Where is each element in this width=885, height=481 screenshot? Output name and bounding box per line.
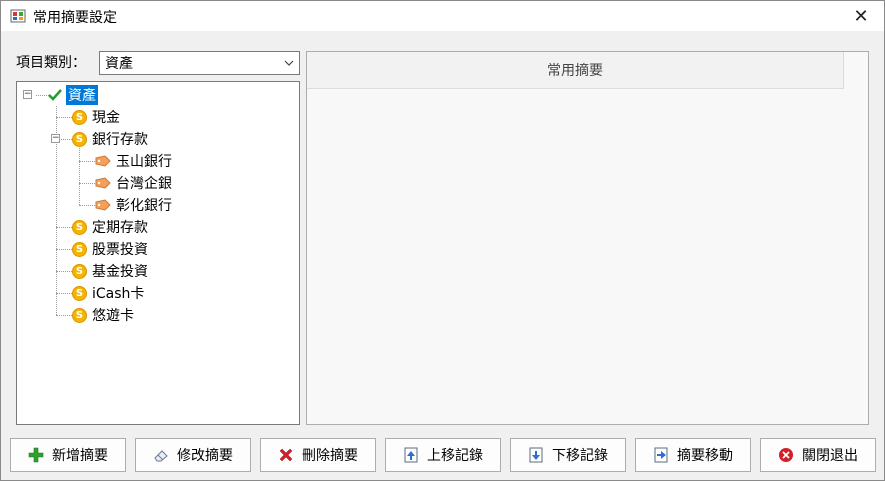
button-label: 關閉退出 xyxy=(802,448,858,464)
tree-node[interactable]: 彰化銀行 xyxy=(95,195,174,215)
checkmark-icon xyxy=(48,89,62,101)
tree-node-label: 銀行存款 xyxy=(92,132,148,148)
tree-node[interactable]: S 銀行存款 xyxy=(72,129,150,149)
tree-node-label: 股票投資 xyxy=(92,242,148,258)
tree-node-label: 悠遊卡 xyxy=(92,308,134,324)
summary-list[interactable]: 常用摘要 xyxy=(306,51,869,425)
category-tree[interactable]: − − 資產 S 現金 S 銀行存款 玉山銀行 台灣企銀 彰化銀行 S 定期存款… xyxy=(16,81,300,425)
button-label: 刪除摘要 xyxy=(302,448,358,464)
edit-summary-button[interactable]: 修改摘要 xyxy=(135,438,251,472)
tree-node-label: 玉山銀行 xyxy=(116,154,172,170)
tree-node[interactable]: S 現金 xyxy=(72,107,122,127)
move-summary-button[interactable]: 摘要移動 xyxy=(635,438,751,472)
tree-node-label: 基金投資 xyxy=(92,264,148,280)
button-label: 摘要移動 xyxy=(677,448,733,464)
tree-node[interactable]: S 定期存款 xyxy=(72,217,150,237)
add-summary-button[interactable]: 新增摘要 xyxy=(10,438,126,472)
move-up-button[interactable]: 上移記錄 xyxy=(385,438,501,472)
coin-icon: S xyxy=(72,263,87,279)
coin-icon: S xyxy=(72,131,87,147)
close-circle-icon xyxy=(779,448,793,462)
category-dropdown[interactable]: 資產 xyxy=(99,51,300,75)
tag-icon xyxy=(95,199,111,211)
move-down-icon xyxy=(529,447,543,463)
plus-icon xyxy=(28,447,44,463)
delete-x-icon xyxy=(279,448,293,462)
button-label: 上移記錄 xyxy=(427,448,483,464)
tree-node[interactable]: 台灣企銀 xyxy=(95,173,174,193)
tree-node-label: 資產 xyxy=(66,85,98,105)
title-bar[interactable]: 常用摘要設定 ✕ xyxy=(1,1,884,31)
eraser-icon xyxy=(154,450,168,462)
move-up-icon xyxy=(404,447,418,463)
app-icon xyxy=(10,9,26,23)
tree-node-label: iCash卡 xyxy=(92,286,145,302)
category-selected-value: 資產 xyxy=(105,56,133,72)
move-down-button[interactable]: 下移記錄 xyxy=(510,438,626,472)
tree-node-label: 定期存款 xyxy=(92,220,148,236)
button-label: 下移記錄 xyxy=(552,448,608,464)
chevron-down-icon xyxy=(284,60,294,66)
button-label: 新增摘要 xyxy=(52,448,108,464)
tree-collapse-toggle[interactable]: − xyxy=(23,90,32,99)
window-title: 常用摘要設定 xyxy=(33,10,117,26)
coin-icon: S xyxy=(72,219,87,235)
tree-node-root[interactable]: 資產 xyxy=(47,85,98,105)
coin-icon: S xyxy=(72,285,87,301)
tree-node-label: 現金 xyxy=(92,110,120,126)
tree-node-label: 台灣企銀 xyxy=(116,176,172,192)
column-header-summary[interactable]: 常用摘要 xyxy=(307,52,844,89)
settings-window: 常用摘要設定 ✕ 項目類別： 資產 − − 資產 S 現金 S 銀行存款 玉山銀… xyxy=(0,0,885,481)
tag-icon xyxy=(95,177,111,189)
tree-node[interactable]: S 基金投資 xyxy=(72,261,150,281)
button-label: 修改摘要 xyxy=(177,448,233,464)
coin-icon: S xyxy=(72,307,87,323)
tree-node[interactable]: S 悠遊卡 xyxy=(72,305,136,325)
tree-collapse-toggle[interactable]: − xyxy=(51,134,60,143)
tag-icon xyxy=(95,155,111,167)
coin-icon: S xyxy=(72,109,87,125)
delete-summary-button[interactable]: 刪除摘要 xyxy=(260,438,376,472)
move-right-icon xyxy=(654,447,668,463)
tree-node[interactable]: S iCash卡 xyxy=(72,283,146,303)
tree-node-label: 彰化銀行 xyxy=(116,198,172,214)
tree-node[interactable]: S 股票投資 xyxy=(72,239,150,259)
close-exit-button[interactable]: 關閉退出 xyxy=(760,438,876,472)
coin-icon: S xyxy=(72,241,87,257)
category-label: 項目類別： xyxy=(16,55,86,71)
tree-node[interactable]: 玉山銀行 xyxy=(95,151,174,171)
close-icon[interactable]: ✕ xyxy=(838,1,884,31)
